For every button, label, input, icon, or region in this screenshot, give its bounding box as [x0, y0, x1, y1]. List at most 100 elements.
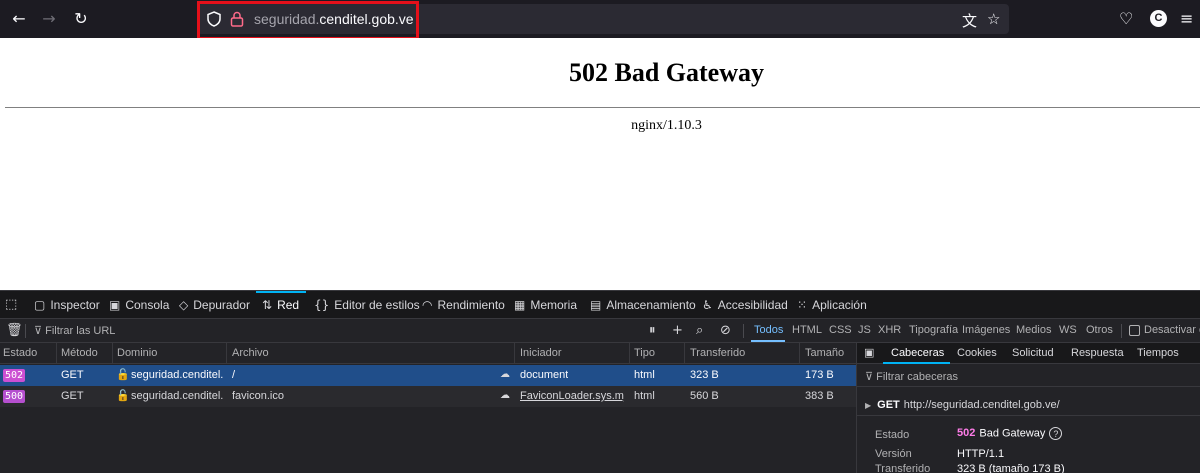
- divider: [857, 415, 1200, 416]
- tab-label: Aplicación: [812, 298, 867, 312]
- col-method[interactable]: Método: [61, 347, 98, 359]
- trash-icon[interactable]: 🗑: [6, 323, 23, 338]
- tab-debugger[interactable]: ◇ Depurador: [179, 298, 250, 312]
- filter-other[interactable]: Otros: [1086, 324, 1113, 336]
- search-icon[interactable]: ⌕: [696, 323, 703, 338]
- filter-media[interactable]: Medios: [1016, 324, 1051, 336]
- tab-performance[interactable]: ◠ Rendimiento: [422, 298, 505, 312]
- tab-timings[interactable]: Tiempos: [1137, 347, 1179, 359]
- col-domain[interactable]: Dominio: [117, 347, 157, 359]
- transferred-label: Transferido: [875, 463, 931, 475]
- version-value: HTTP/1.1: [957, 448, 1005, 460]
- col-size[interactable]: Tamaño: [805, 347, 844, 359]
- method-cell: GET: [61, 390, 84, 402]
- transferred-cell: 323 B: [690, 369, 719, 381]
- console-icon: ▣: [109, 298, 121, 312]
- tab-headers[interactable]: Cabeceras: [891, 347, 944, 359]
- headers-filter-placeholder: Filtrar cabeceras: [876, 371, 959, 383]
- col-transferred[interactable]: Transferido: [690, 347, 745, 359]
- block-icon[interactable]: ⊘: [720, 323, 731, 338]
- filter-html[interactable]: HTML: [792, 324, 822, 336]
- filter-ws[interactable]: WS: [1059, 324, 1077, 336]
- col-initiator[interactable]: Iniciador: [520, 347, 562, 359]
- filter-placeholder: Filtrar las URL: [45, 325, 116, 337]
- table-row[interactable]: 502 GET 🔓 seguridad.cenditel.g... / ☁ do…: [0, 365, 856, 386]
- col-type[interactable]: Tipo: [634, 347, 655, 359]
- active-side-tab-indicator: [883, 362, 950, 364]
- url-filter-input[interactable]: ⊽ Filtrar las URL: [34, 324, 115, 337]
- tab-network[interactable]: ⇅ Red: [262, 298, 299, 312]
- disable-cache-label: Desactivar ca: [1144, 324, 1200, 336]
- filter-css[interactable]: CSS: [829, 324, 852, 336]
- tab-accessibility[interactable]: ♿ Accesibilidad: [702, 298, 788, 312]
- insecure-lock-icon: 🔓: [116, 368, 130, 381]
- pocket-icon[interactable]: ♡: [1119, 9, 1133, 28]
- tab-inspector[interactable]: ▢ Inspector: [34, 298, 100, 312]
- help-icon[interactable]: ?: [1049, 427, 1063, 440]
- tab-storage[interactable]: ▤ Almacenamiento: [590, 298, 696, 312]
- domain-cell: seguridad.cenditel.g...: [131, 390, 223, 402]
- memory-icon: ▦: [514, 298, 526, 312]
- col-separator: [226, 343, 227, 364]
- filter-fonts[interactable]: Tipografía: [909, 324, 958, 336]
- element-picker-icon[interactable]: ⬚: [5, 297, 17, 312]
- tab-label: Consola: [125, 298, 170, 312]
- table-row[interactable]: 500 GET 🔓 seguridad.cenditel.g... favico…: [0, 386, 856, 407]
- separator: [25, 324, 26, 338]
- col-file[interactable]: Archivo: [232, 347, 269, 359]
- filter-all[interactable]: Todos: [754, 324, 783, 336]
- transferred-cell: 560 B: [690, 390, 719, 402]
- col-separator: [684, 343, 685, 364]
- col-separator: [56, 343, 57, 364]
- status-label: Estado: [875, 429, 910, 441]
- toggle-panel-icon[interactable]: ▣: [864, 346, 874, 359]
- initiator-link[interactable]: FaviconLoader.sys.mjs:...: [520, 390, 624, 402]
- tab-memory[interactable]: ▦ Memoria: [514, 298, 577, 312]
- filter-js[interactable]: JS: [858, 324, 871, 336]
- filter-images[interactable]: Imágenes: [962, 324, 1010, 336]
- tab-console[interactable]: ▣ Consola: [109, 298, 169, 312]
- tab-application[interactable]: ⁙ Aplicación: [797, 298, 867, 312]
- separator: [743, 324, 744, 338]
- storage-icon: ▤: [590, 298, 602, 312]
- account-icon[interactable]: C: [1150, 10, 1167, 27]
- file-cell: /: [232, 369, 236, 381]
- inspector-icon: ▢: [34, 298, 46, 312]
- page-content: 502 Bad Gateway nginx/1.10.3: [0, 38, 1200, 290]
- pause-icon[interactable]: ⏸: [649, 323, 656, 338]
- file-cell: favicon.ico: [232, 390, 284, 402]
- menu-icon[interactable]: ≡: [1180, 9, 1193, 28]
- devtools-panel: ⬚ ▢ Inspector ▣ Consola ◇ Depurador ⇅ Red {}…: [0, 290, 1200, 475]
- filter-xhr[interactable]: XHR: [878, 324, 901, 336]
- forward-icon[interactable]: →: [38, 8, 60, 30]
- browser-toolbar: ← → ↻ seguridad.cenditel.gob.ve 文 ☆ ♡ C …: [0, 0, 1200, 40]
- translate-icon[interactable]: 文: [962, 10, 977, 31]
- back-icon[interactable]: ←: [8, 8, 30, 30]
- style-editor-icon: {}: [314, 298, 330, 312]
- insecure-lock-icon: 🔓: [116, 389, 130, 402]
- size-cell: 383 B: [805, 390, 834, 402]
- col-separator: [629, 343, 630, 364]
- tab-response[interactable]: Respuesta: [1071, 347, 1124, 359]
- tab-style-editor[interactable]: {} Editor de estilos: [314, 298, 420, 312]
- bookmark-star-icon[interactable]: ☆: [987, 10, 1000, 28]
- page-title: 502 Bad Gateway: [569, 58, 764, 87]
- headers-filter-input[interactable]: ⊽ Filtrar cabeceras: [865, 370, 958, 383]
- tab-label: Memoria: [530, 298, 578, 312]
- tab-cookies[interactable]: Cookies: [957, 347, 997, 359]
- disable-cache-checkbox[interactable]: [1129, 325, 1140, 336]
- filter-icon: ⊽: [34, 325, 46, 337]
- request-summary[interactable]: ▶ GET http://seguridad.cenditel.gob.ve/: [865, 399, 1060, 411]
- tab-label: Accesibilidad: [717, 298, 788, 312]
- request-method: GET: [877, 399, 900, 411]
- divider: [857, 386, 1200, 387]
- col-status[interactable]: Estado: [3, 347, 37, 359]
- add-icon[interactable]: +: [672, 323, 683, 338]
- debugger-icon: ◇: [179, 298, 189, 312]
- initiator-icon: ☁: [500, 390, 510, 401]
- url-highlight-box: [197, 1, 419, 40]
- reload-icon[interactable]: ↻: [70, 8, 92, 30]
- initiator-icon: ☁: [500, 369, 510, 380]
- tab-request[interactable]: Solicitud: [1012, 347, 1054, 359]
- application-icon: ⁙: [797, 298, 808, 312]
